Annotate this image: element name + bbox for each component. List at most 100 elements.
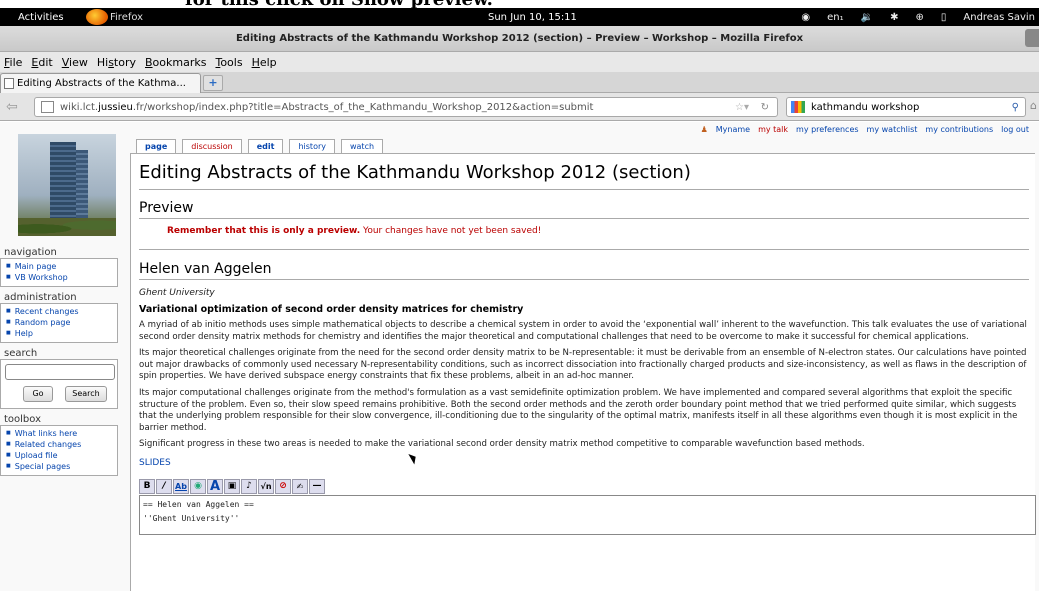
sidebar-item-vb-workshop[interactable]: VB Workshop (6, 272, 117, 283)
personal-link-username[interactable]: Myname (716, 125, 750, 134)
page-title: Editing Abstracts of the Kathmandu Works… (139, 154, 1029, 190)
external-link-icon[interactable]: ◉ (190, 478, 206, 494)
menu-bookmarks[interactable]: Bookmarks (145, 56, 206, 69)
home-icon[interactable]: ⌂ (1030, 99, 1037, 112)
menu-edit[interactable]: Edit (31, 56, 52, 69)
app-menu[interactable]: Firefox (110, 12, 143, 23)
menu-view[interactable]: View (62, 56, 88, 69)
user-menu[interactable]: Andreas Savin (963, 12, 1035, 23)
sidebar-item-recent-changes[interactable]: Recent changes (6, 306, 117, 317)
tab-watch[interactable]: watch (340, 139, 384, 153)
speaker-heading: Helen van Aggelen (139, 261, 1029, 280)
italic-icon[interactable]: / (156, 478, 172, 494)
sidebar-item-random-page[interactable]: Random page (6, 317, 117, 328)
toolbox-heading: toolbox (0, 413, 118, 426)
site-logo[interactable] (18, 134, 116, 236)
new-tab-button[interactable]: + (203, 75, 223, 91)
search-engine-icon[interactable] (791, 101, 805, 113)
divider (139, 249, 1029, 250)
tab-edit[interactable]: edit (247, 139, 284, 153)
go-button[interactable]: Go (23, 386, 53, 402)
abstract-paragraph-2: Its major theoretical challenges origina… (139, 348, 1027, 382)
administration-heading: administration (0, 291, 118, 304)
administration-list: Recent changes Random page Help (0, 304, 118, 343)
editor-line-2: ''Ghent University'' (143, 513, 240, 523)
headline-icon[interactable]: A (207, 478, 223, 494)
menu-help[interactable]: Help (252, 56, 277, 69)
sidebar-item-upload-file[interactable]: Upload file (6, 450, 117, 461)
sidebar: navigation Main page VB Workshop adminis… (0, 242, 118, 476)
site-identity-icon[interactable] (41, 101, 54, 113)
volume-icon[interactable]: 🔉 (861, 12, 873, 23)
menu-file[interactable]: File (4, 56, 22, 69)
tab-history[interactable]: history (289, 139, 335, 153)
window-close-button[interactable] (1025, 29, 1039, 47)
search-bar[interactable]: kathmandu workshop ⚲ (786, 97, 1026, 117)
menu-bar: File Edit View History Bookmarks Tools Help (0, 52, 1039, 72)
search-icon[interactable]: ⚲ (1012, 102, 1019, 113)
sidebar-item-special-pages[interactable]: Special pages (6, 461, 117, 472)
clock[interactable]: Sun Jun 10, 15:11 (488, 12, 577, 23)
abstract-paragraph-1: A myriad of ab initio methods uses simpl… (139, 320, 1027, 342)
signature-icon[interactable]: ✍ (292, 478, 308, 494)
slides-link[interactable]: SLIDES (139, 458, 1035, 468)
preview-notice-rest: Your changes have not yet been saved! (360, 226, 542, 236)
back-button[interactable]: ⇦ (6, 98, 32, 116)
browser-tab[interactable]: Editing Abstracts of the Kathma... (0, 73, 201, 93)
reload-icon[interactable]: ↻ (761, 102, 769, 113)
media-file-icon[interactable]: ♪ (241, 478, 257, 494)
toolbox-list: What links here Related changes Upload f… (0, 426, 118, 476)
personal-link-watchlist[interactable]: my watchlist (867, 125, 918, 134)
main-content: Editing Abstracts of the Kathmandu Works… (130, 153, 1036, 591)
editor-line-1: == Helen van Aggelen == (143, 499, 254, 509)
preview-notice-bold: Remember that this is only a preview. (167, 226, 361, 236)
url-bar[interactable]: wiki.lct. jussieu .fr/workshop/index.php?t… (34, 97, 778, 117)
internal-link-icon[interactable]: Ab (173, 478, 189, 494)
search-heading: search (0, 347, 118, 360)
navigation-heading: navigation (0, 246, 118, 259)
keyboard-layout[interactable]: en₁ (827, 12, 844, 23)
nowiki-icon[interactable]: ⊘ (275, 478, 291, 494)
sidebar-item-what-links-here[interactable]: What links here (6, 428, 117, 439)
activities-button[interactable]: Activities (0, 12, 86, 23)
talk-title: Variational optimization of second order… (139, 304, 524, 315)
wikitext-editor[interactable]: == Helen van Aggelen == ''Ghent Universi… (139, 494, 1036, 535)
navigation-toolbar: ⇦ wiki.lct. jussieu .fr/workshop/index.php… (0, 93, 1039, 121)
math-formula-icon[interactable]: √n (258, 478, 274, 494)
tab-discussion[interactable]: discussion (182, 139, 242, 153)
battery-icon[interactable]: ▯ (941, 12, 947, 23)
logo-tower-side-shape (76, 150, 88, 226)
tab-page[interactable]: page (136, 139, 177, 153)
sidebar-item-help[interactable]: Help (6, 328, 117, 339)
preview-heading: Preview (139, 200, 1029, 219)
network-icon[interactable]: ⊕ (915, 12, 923, 23)
sidebar-search-input[interactable] (5, 364, 115, 380)
abstract-paragraph-3: Its major computational challenges origi… (139, 387, 1018, 433)
edit-toolbar: B / Ab ◉ A ▣ ♪ √n ⊘ ✍ — (139, 478, 1035, 494)
accessibility-icon[interactable]: ◉ (801, 12, 810, 23)
horizontal-line-icon[interactable]: — (309, 478, 325, 494)
overlay-caption: for this click on Show preview. (185, 0, 493, 9)
search-button[interactable]: Search (65, 386, 107, 402)
wiki-page: ♟ Myname my talk my preferences my watch… (0, 122, 1039, 591)
bold-icon[interactable]: B (139, 478, 155, 494)
url-rest: .fr/workshop/index.php?title=Abstracts_o… (132, 101, 594, 113)
personal-link-contributions[interactable]: my contributions (925, 125, 993, 134)
bluetooth-icon[interactable]: ✱ (890, 12, 898, 23)
menu-tools[interactable]: Tools (215, 56, 242, 69)
sidebar-item-related-changes[interactable]: Related changes (6, 439, 117, 450)
bookmark-star-icon[interactable]: ☆▾ (735, 102, 749, 113)
logo-tower-shape (50, 142, 76, 226)
embedded-file-icon[interactable]: ▣ (224, 478, 240, 494)
navigation-list: Main page VB Workshop (0, 259, 118, 287)
affiliation: Ghent University (139, 288, 215, 298)
menu-history[interactable]: History (97, 56, 136, 69)
content-tabs: page discussion edit history watch (136, 139, 384, 153)
personal-link-preferences[interactable]: my preferences (796, 125, 859, 134)
system-tray: ◉ en₁ 🔉 ✱ ⊕ ▯ Andreas Savin (801, 12, 1039, 23)
tab-label: Editing Abstracts of the Kathma... (17, 78, 186, 89)
firefox-logo-icon (86, 9, 108, 25)
sidebar-item-main-page[interactable]: Main page (6, 261, 117, 272)
personal-link-talk[interactable]: my talk (758, 125, 788, 134)
personal-link-logout[interactable]: log out (1001, 125, 1029, 134)
